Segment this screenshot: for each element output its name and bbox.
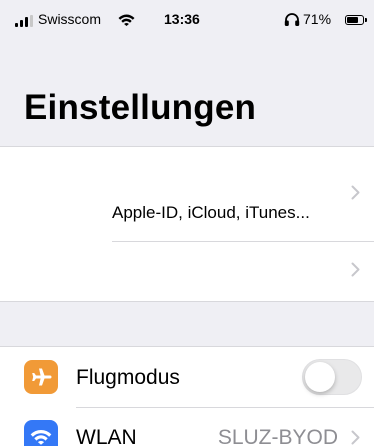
settings-row-label: WLAN — [76, 426, 137, 446]
battery-icon — [345, 15, 364, 25]
chevron-right-icon — [351, 185, 360, 205]
wifi-icon — [24, 420, 58, 446]
settings-row-wlan[interactable]: WLAN SLUZ-BYOD — [0, 407, 374, 446]
apple-id-row[interactable]: Apple-ID, iCloud, iTunes... — [0, 147, 374, 241]
airplane-icon — [24, 360, 58, 394]
settings-row-label: Flugmodus — [76, 366, 180, 389]
signal-bars-icon — [15, 15, 35, 27]
headphones-icon — [284, 13, 300, 31]
battery-tip — [365, 18, 367, 22]
status-bar: Swisscom 13:36 71% — [0, 0, 374, 40]
wifi-icon — [118, 13, 135, 31]
account-secondary-row[interactable] — [0, 241, 374, 301]
status-time: 13:36 — [164, 11, 200, 27]
settings-section: Flugmodus WLAN SLUZ-BYOD — [0, 346, 374, 446]
chevron-right-icon — [351, 262, 360, 282]
airplane-mode-toggle[interactable] — [302, 359, 362, 395]
chevron-right-icon — [351, 430, 360, 446]
battery-percentage: 71% — [303, 11, 332, 27]
account-section: Apple-ID, iCloud, iTunes... — [0, 146, 374, 302]
carrier-name: Swisscom — [38, 11, 102, 27]
page-title: Einstellungen — [24, 88, 257, 127]
apple-id-subtitle: Apple-ID, iCloud, iTunes... — [112, 203, 310, 222]
toggle-knob — [305, 362, 335, 392]
wlan-network-name: SLUZ-BYOD — [217, 426, 338, 446]
settings-row-airplane-mode[interactable]: Flugmodus — [0, 347, 374, 407]
